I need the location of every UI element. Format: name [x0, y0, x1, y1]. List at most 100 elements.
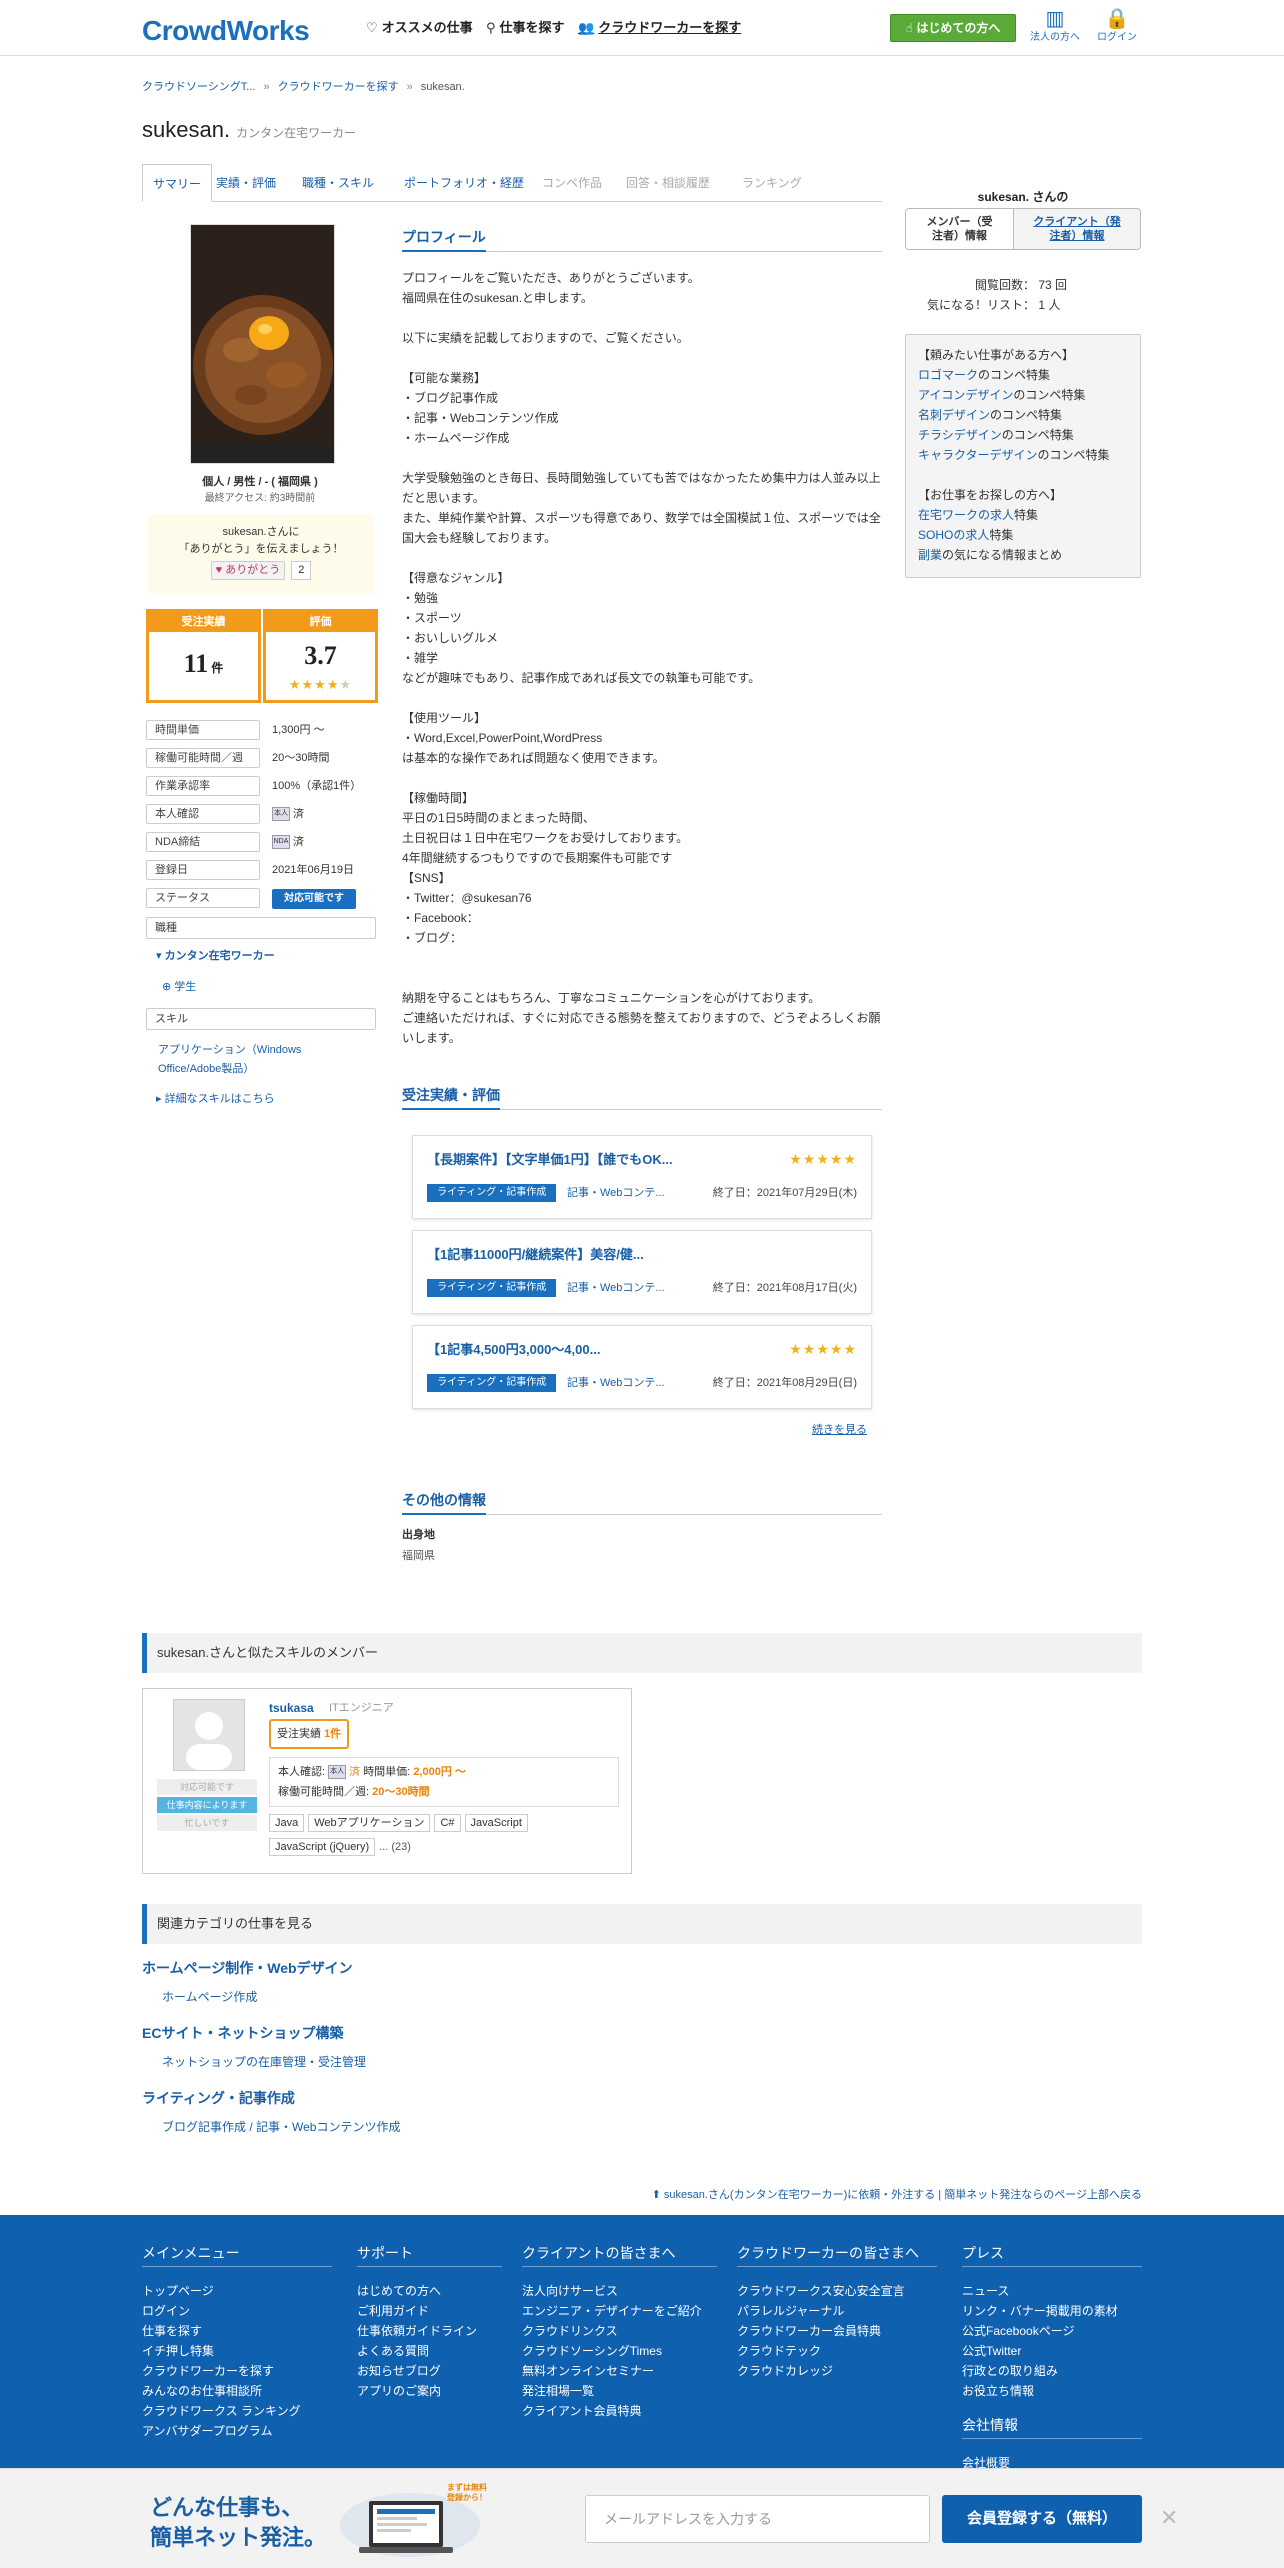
category-sub[interactable]: ブログ記事作成 / 記事・Webコンテンツ作成 — [162, 2118, 400, 2136]
footer-link[interactable]: 法人向けサービス — [522, 2281, 717, 2301]
job-subcategory[interactable]: 記事・Webコンテ... — [567, 1279, 665, 1297]
tab-member-info[interactable]: メンバー（受注者）情報 — [906, 209, 1014, 249]
footer-link[interactable]: 仕事依頼ガイドライン — [357, 2321, 502, 2341]
page-top-link[interactable]: ⬆ sukesan.さん(カンタン在宅ワーカー)に依頼・外注する | 簡単ネット… — [652, 2187, 1142, 2204]
skill-tag[interactable]: Java — [269, 1814, 305, 1832]
footer-link[interactable]: クラウドテック — [737, 2341, 937, 2361]
login-link[interactable]: 🔒 ログイン — [1092, 8, 1142, 45]
category-title[interactable]: ホームページ制作・Webデザイン — [142, 1958, 353, 1979]
footer-link[interactable]: 仕事を探す — [142, 2321, 332, 2341]
tab-portfolio[interactable]: ポートフォリオ・経歴 — [394, 164, 534, 202]
footer-link[interactable]: リンク・バナー掲載用の素材 — [962, 2301, 1142, 2321]
footer-link[interactable]: エンジニア・デザイナーをご紹介 — [522, 2301, 717, 2321]
job-title[interactable]: 【1記事4,500円3,000～4,00... — [427, 1340, 600, 1360]
tab-ranking[interactable]: ランキング — [732, 164, 812, 202]
thanks-button[interactable]: ♥ ありがとう — [210, 561, 286, 580]
avatar[interactable] — [173, 1699, 245, 1771]
corp-link[interactable]: ▥ 法人の方へ — [1030, 8, 1080, 45]
footer-link[interactable]: 行政との取り組み — [962, 2361, 1142, 2381]
footer-link[interactable]: クライアント会員特典 — [522, 2401, 717, 2421]
footer-link[interactable]: 公式Twitter — [962, 2341, 1142, 2361]
nav-recommended[interactable]: ♡ オススメの仕事 — [366, 18, 473, 38]
job-subcategory[interactable]: 記事・Webコンテ... — [567, 1374, 665, 1392]
promo-line[interactable]: チラシデザインのコンペ特集 — [918, 425, 1128, 445]
footer-link[interactable]: 無料オンラインセミナー — [522, 2361, 717, 2381]
more-skills-link[interactable]: ▸ 詳細なスキルはこちら — [156, 1091, 275, 1108]
footer-link[interactable]: クラウドカレッジ — [737, 2361, 937, 2381]
orders-stat[interactable]: 受注実績 11 件 — [146, 609, 261, 703]
crowdworks-logo[interactable]: CrowdWorks — [142, 10, 310, 52]
tab-answers[interactable]: 回答・相談履歴 — [616, 164, 720, 202]
footer-link[interactable]: クラウドワーカーを探す — [142, 2361, 332, 2381]
identity-icon: 本人 — [272, 807, 290, 822]
promo-line[interactable]: 名刺デザインのコンペ特集 — [918, 405, 1128, 425]
first-time-button[interactable]: ☝ はじめての方へ — [890, 14, 1016, 42]
footer-link[interactable]: クラウドワークス安心安全宣言 — [737, 2281, 937, 2301]
close-icon[interactable]: ✕ — [1160, 2501, 1178, 2534]
job-title[interactable]: 【長期案件】【文字単価1円】【誰でもOK... — [427, 1150, 673, 1170]
category-sub[interactable]: ホームページ作成 — [162, 1988, 257, 2006]
skill-tag[interactable]: JavaScript — [464, 1814, 528, 1832]
footer-link[interactable]: よくある質問 — [357, 2341, 502, 2361]
footer-link[interactable]: お知らせブログ — [357, 2361, 502, 2381]
job-category[interactable]: ライティング・記事作成 — [427, 1184, 557, 1202]
promo-box: 【頼みたい仕事がある方へ】 ロゴマークのコンペ特集 アイコンデザインのコンペ特集… — [905, 334, 1141, 578]
skill-link[interactable]: アプリケーション（Windows Office/Adobe製品） — [158, 1041, 328, 1079]
skill-tag[interactable]: C# — [434, 1814, 461, 1832]
footer-link[interactable]: トップページ — [142, 2281, 332, 2301]
footer-link[interactable]: 発注相場一覧 — [522, 2381, 717, 2401]
footer-link[interactable]: パラレルジャーナル — [737, 2301, 937, 2321]
job-type-link[interactable]: ▾ カンタン在宅ワーカー — [156, 948, 275, 965]
promo-line[interactable]: 副業の気になる情報まとめ — [918, 545, 1128, 565]
job-sub-link[interactable]: ⊕ 学生 — [162, 979, 196, 996]
promo-line[interactable]: 在宅ワークの求人特集 — [918, 505, 1128, 525]
nav-find-jobs[interactable]: ⚲ 仕事を探す — [486, 18, 565, 38]
footer-link[interactable]: アプリのご案内 — [357, 2381, 502, 2401]
breadcrumb-top[interactable]: クラウドソーシングT... — [142, 81, 255, 93]
email-input[interactable]: メールアドレスを入力する — [585, 2495, 930, 2543]
circle-plus-icon: ⊕ — [162, 981, 175, 993]
member-name[interactable]: tsukasa — [269, 1699, 314, 1717]
footer-link[interactable]: アンバサダープログラム — [142, 2421, 332, 2441]
breadcrumb-workers[interactable]: クラウドワーカーを探す — [278, 81, 399, 93]
category-title[interactable]: ECサイト・ネットショップ構築 — [142, 2023, 343, 2044]
footer-link[interactable]: クラウドソーシングTimes — [522, 2341, 717, 2361]
category-title[interactable]: ライティング・記事作成 — [142, 2088, 295, 2109]
rating-stat[interactable]: 評価 3.7 ★★★★★ — [263, 609, 378, 703]
promo-line[interactable]: SOHOの求人特集 — [918, 525, 1128, 545]
tab-summary[interactable]: サマリー — [142, 164, 213, 202]
tab-client-info[interactable]: クライアント（発注者）情報 — [1014, 209, 1140, 249]
promo-line[interactable]: アイコンデザインのコンペ特集 — [918, 385, 1128, 405]
job-card[interactable]: 【1記事4,500円3,000～4,00... ★★★★★ ライティング・記事作… — [412, 1325, 872, 1409]
footer-link[interactable]: ログイン — [142, 2301, 332, 2321]
footer-link[interactable]: はじめての方へ — [357, 2281, 502, 2301]
job-category[interactable]: ライティング・記事作成 — [427, 1279, 557, 1297]
skill-tag[interactable]: JavaScript (jQuery) — [269, 1838, 376, 1856]
thanks-count: 2 — [291, 561, 312, 580]
job-card[interactable]: 【1記事11000円/継続案件】美容/健... ライティング・記事作成 記事・W… — [412, 1230, 872, 1314]
footer-link[interactable]: クラウドワーカー会員特典 — [737, 2321, 937, 2341]
job-card[interactable]: 【長期案件】【文字単価1円】【誰でもOK... ★★★★★ ライティング・記事作… — [412, 1135, 872, 1219]
more-jobs-link[interactable]: 続きを見る — [812, 1422, 867, 1439]
member-card[interactable]: 対応可能です 仕事内容によります 忙しいです tsukasa ITエンジニア 受… — [142, 1688, 632, 1874]
skill-tag[interactable]: Webアプリケーション — [308, 1814, 431, 1832]
register-button[interactable]: 会員登録する（無料） — [942, 2495, 1142, 2543]
footer-link[interactable]: お役立ち情報 — [962, 2381, 1142, 2401]
nav-find-workers[interactable]: 👥 クラウドワーカーを探す — [578, 18, 741, 38]
promo-line[interactable]: キャラクターデザインのコンペ特集 — [918, 445, 1128, 465]
footer-link[interactable]: 公式Facebookページ — [962, 2321, 1142, 2341]
footer-link[interactable]: クラウドワークス ランキング — [142, 2401, 332, 2421]
category-sub[interactable]: ネットショップの在庫管理・受注管理 — [162, 2053, 366, 2071]
tab-results[interactable]: 実績・評価 — [206, 164, 286, 202]
job-subcategory[interactable]: 記事・Webコンテ... — [567, 1184, 665, 1202]
job-title[interactable]: 【1記事11000円/継続案件】美容/健... — [427, 1245, 644, 1265]
job-category[interactable]: ライティング・記事作成 — [427, 1374, 557, 1392]
footer-link[interactable]: ご利用ガイド — [357, 2301, 502, 2321]
footer-link[interactable]: ニュース — [962, 2281, 1142, 2301]
footer-link[interactable]: みんなのお仕事相談所 — [142, 2381, 332, 2401]
promo-line[interactable]: ロゴマークのコンペ特集 — [918, 365, 1128, 385]
tab-competition[interactable]: コンペ作品 — [532, 164, 612, 202]
footer-link[interactable]: クラウドリンクス — [522, 2321, 717, 2341]
footer-link[interactable]: イチ押し特集 — [142, 2341, 332, 2361]
tab-skills[interactable]: 職種・スキル — [292, 164, 384, 202]
